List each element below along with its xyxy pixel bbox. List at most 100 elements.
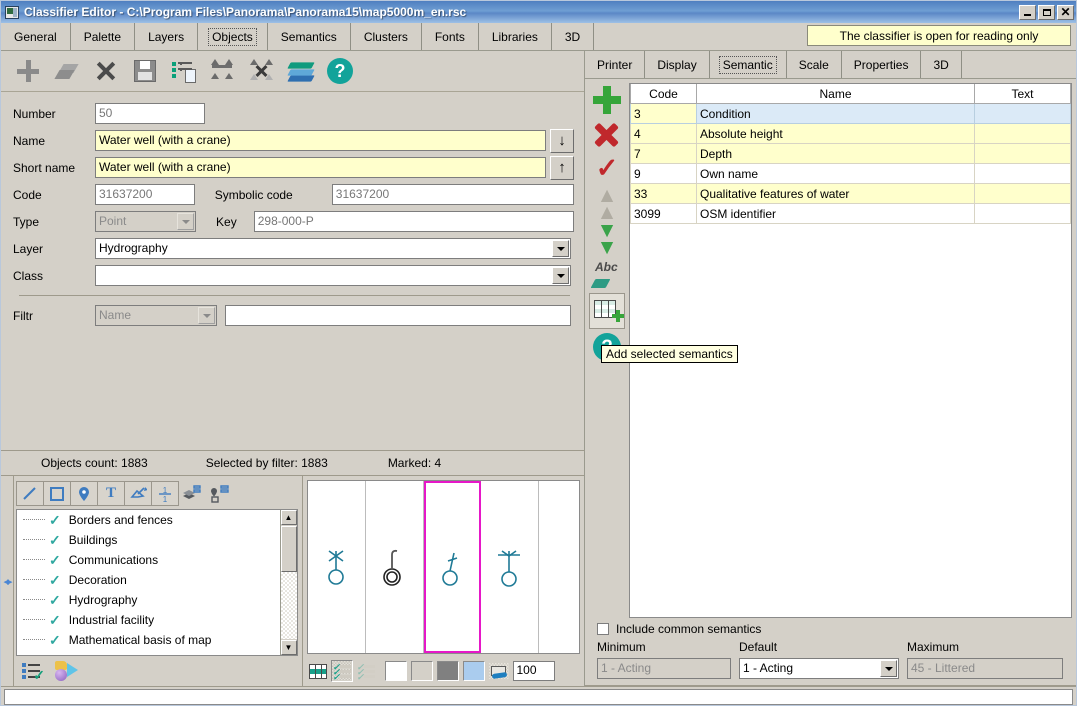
type-select[interactable]: Point (95, 211, 197, 232)
symbol-well-double-circle[interactable] (366, 481, 424, 653)
palette-icon[interactable] (54, 661, 78, 681)
list-object-icon[interactable] (171, 58, 197, 84)
point-tool-icon[interactable] (70, 481, 98, 506)
number-input[interactable]: 50 (95, 103, 205, 124)
table-row[interactable]: 9 Own name (630, 163, 1071, 184)
copy-object-icon[interactable] (54, 58, 80, 84)
tab-scale[interactable]: Scale (787, 51, 842, 78)
symbol-well-with-mast[interactable] (481, 481, 539, 653)
symbolic-code-input[interactable]: 31637200 (331, 184, 574, 205)
color-swatch-gray-light[interactable] (410, 661, 433, 681)
tab-3d-right[interactable]: 3D (921, 51, 962, 78)
tab-objects[interactable]: Objects (198, 23, 268, 50)
type-label: Type (13, 214, 40, 229)
filter-field-select[interactable]: Name (95, 305, 217, 326)
pen-button[interactable] (488, 663, 509, 679)
symbol-well-star[interactable] (308, 481, 366, 653)
short-name-input[interactable]: Water well (with a crane) (95, 157, 547, 178)
scroll-down-button[interactable]: ▼ (280, 640, 297, 655)
tree-item[interactable]: ✓ Communications (17, 550, 297, 570)
move-up-semantic-icon[interactable]: ▲ ▲ (590, 185, 624, 223)
include-common-checkbox[interactable] (597, 623, 609, 635)
delete-objects-icon[interactable] (249, 58, 275, 84)
color-swatch-gray-dark[interactable] (436, 661, 459, 681)
table-row[interactable]: 4 Absolute height (630, 123, 1071, 144)
tab-printer[interactable]: Printer (585, 51, 646, 78)
save-object-icon[interactable] (134, 60, 156, 82)
close-button[interactable]: ✕ (1057, 4, 1074, 20)
symbol-well-with-crane[interactable] (423, 481, 481, 653)
tab-libraries[interactable]: Libraries (479, 23, 552, 50)
tree-item[interactable]: ✓ Decoration (17, 570, 297, 590)
name-input[interactable]: Water well (with a crane) (95, 130, 547, 151)
tab-display[interactable]: Display (645, 51, 710, 78)
column-header-code[interactable]: Code (630, 84, 697, 104)
table-row[interactable]: 33 Qualitative features of water (630, 183, 1071, 204)
move-down-button[interactable]: ↓ (550, 128, 574, 153)
minimize-button[interactable] (1019, 4, 1036, 20)
table-row[interactable]: 3099 OSM identifier (630, 203, 1071, 224)
tree-item[interactable]: ✓ Borders and fences (17, 510, 297, 530)
tab-properties[interactable]: Properties (842, 51, 922, 78)
scroll-track[interactable] (280, 572, 297, 639)
tree-item[interactable]: ✓ Buildings (17, 530, 297, 550)
add-selected-semantics-icon[interactable] (589, 293, 625, 329)
color-swatch-white[interactable] (384, 661, 407, 681)
filter-view-button[interactable]: ✓ ✓ ✓ (354, 660, 377, 682)
tree-item[interactable]: ✓ Industrial facility (17, 610, 297, 630)
tab-fonts[interactable]: Fonts (422, 23, 479, 50)
point-template-tool-icon[interactable] (206, 481, 234, 506)
vector-tool-icon[interactable] (124, 481, 152, 506)
help-icon[interactable]: ? (327, 58, 353, 84)
rectangle-tool-icon[interactable] (43, 481, 71, 506)
move-up-button[interactable]: ↑ (550, 155, 574, 180)
delete-semantic-icon[interactable] (590, 118, 624, 152)
add-object-icon[interactable] (15, 58, 41, 84)
grid-view-button[interactable] (306, 660, 329, 682)
tree-item[interactable]: ✓ Hydrography (17, 590, 297, 610)
scroll-thumb[interactable] (280, 526, 297, 572)
tree-item[interactable]: ✓ Mathematical basis of map (17, 630, 297, 650)
checklist-view-button[interactable]: ✓ ✓ ✓ (330, 660, 353, 682)
scroll-up-button[interactable]: ▲ (280, 510, 297, 525)
delete-object-icon[interactable] (93, 58, 119, 84)
category-tree[interactable]: ✓ Borders and fences ✓ Buildings ✓ Communic… (16, 509, 298, 656)
class-select[interactable] (95, 265, 571, 286)
move-down-semantic-icon[interactable]: ▼ ▼ (590, 220, 624, 258)
line-tool-icon[interactable] (16, 481, 44, 506)
rename-semantic-icon[interactable]: Abc (590, 258, 624, 292)
zoom-input[interactable]: 100 (512, 661, 555, 681)
add-semantic-icon[interactable] (590, 83, 624, 117)
tab-semantics[interactable]: Semantics (268, 23, 351, 50)
column-header-text[interactable]: Text (974, 84, 1071, 104)
table-row[interactable]: 3 Condition (630, 103, 1071, 124)
table-row[interactable]: 7 Depth (630, 143, 1071, 164)
apply-semantic-icon[interactable]: ✓ (590, 153, 624, 187)
filter-value-input[interactable] (225, 305, 571, 326)
panel-splitter[interactable]: ◂▸ (1, 476, 14, 686)
maximize-button[interactable] (1038, 4, 1055, 20)
default-select[interactable]: 1 - Acting (739, 658, 899, 679)
symbol-list[interactable] (306, 480, 580, 654)
tab-3d[interactable]: 3D (552, 23, 595, 50)
status-field[interactable] (4, 689, 1073, 705)
tree-scrollbar[interactable]: ▲ ▼ (279, 510, 297, 655)
tab-general[interactable]: General (1, 23, 71, 50)
list-check-icon[interactable]: ✓ (22, 661, 45, 682)
move-objects-icon[interactable] (210, 58, 236, 84)
tab-palette[interactable]: Palette (71, 23, 136, 50)
tab-clusters[interactable]: Clusters (351, 23, 422, 50)
code-input[interactable]: 31637200 (95, 184, 195, 205)
text-tool-icon[interactable]: T (97, 481, 125, 506)
key-input[interactable]: 298-000-P (253, 211, 575, 232)
layer-select[interactable]: Hydrography (95, 238, 571, 259)
column-header-name[interactable]: Name (696, 84, 975, 104)
tab-semantic[interactable]: Semantic (710, 51, 787, 78)
layers-icon[interactable] (287, 58, 315, 84)
include-common-semantics-row[interactable]: Include common semantics (585, 618, 1076, 640)
color-swatch-blue[interactable] (462, 661, 485, 681)
fraction-tool-icon[interactable]: 11 (151, 481, 179, 506)
layers-tool-icon[interactable] (178, 481, 206, 506)
tab-layers[interactable]: Layers (135, 23, 199, 50)
main-tab-strip: General Palette Layers Objects Semantics… (1, 23, 1076, 51)
